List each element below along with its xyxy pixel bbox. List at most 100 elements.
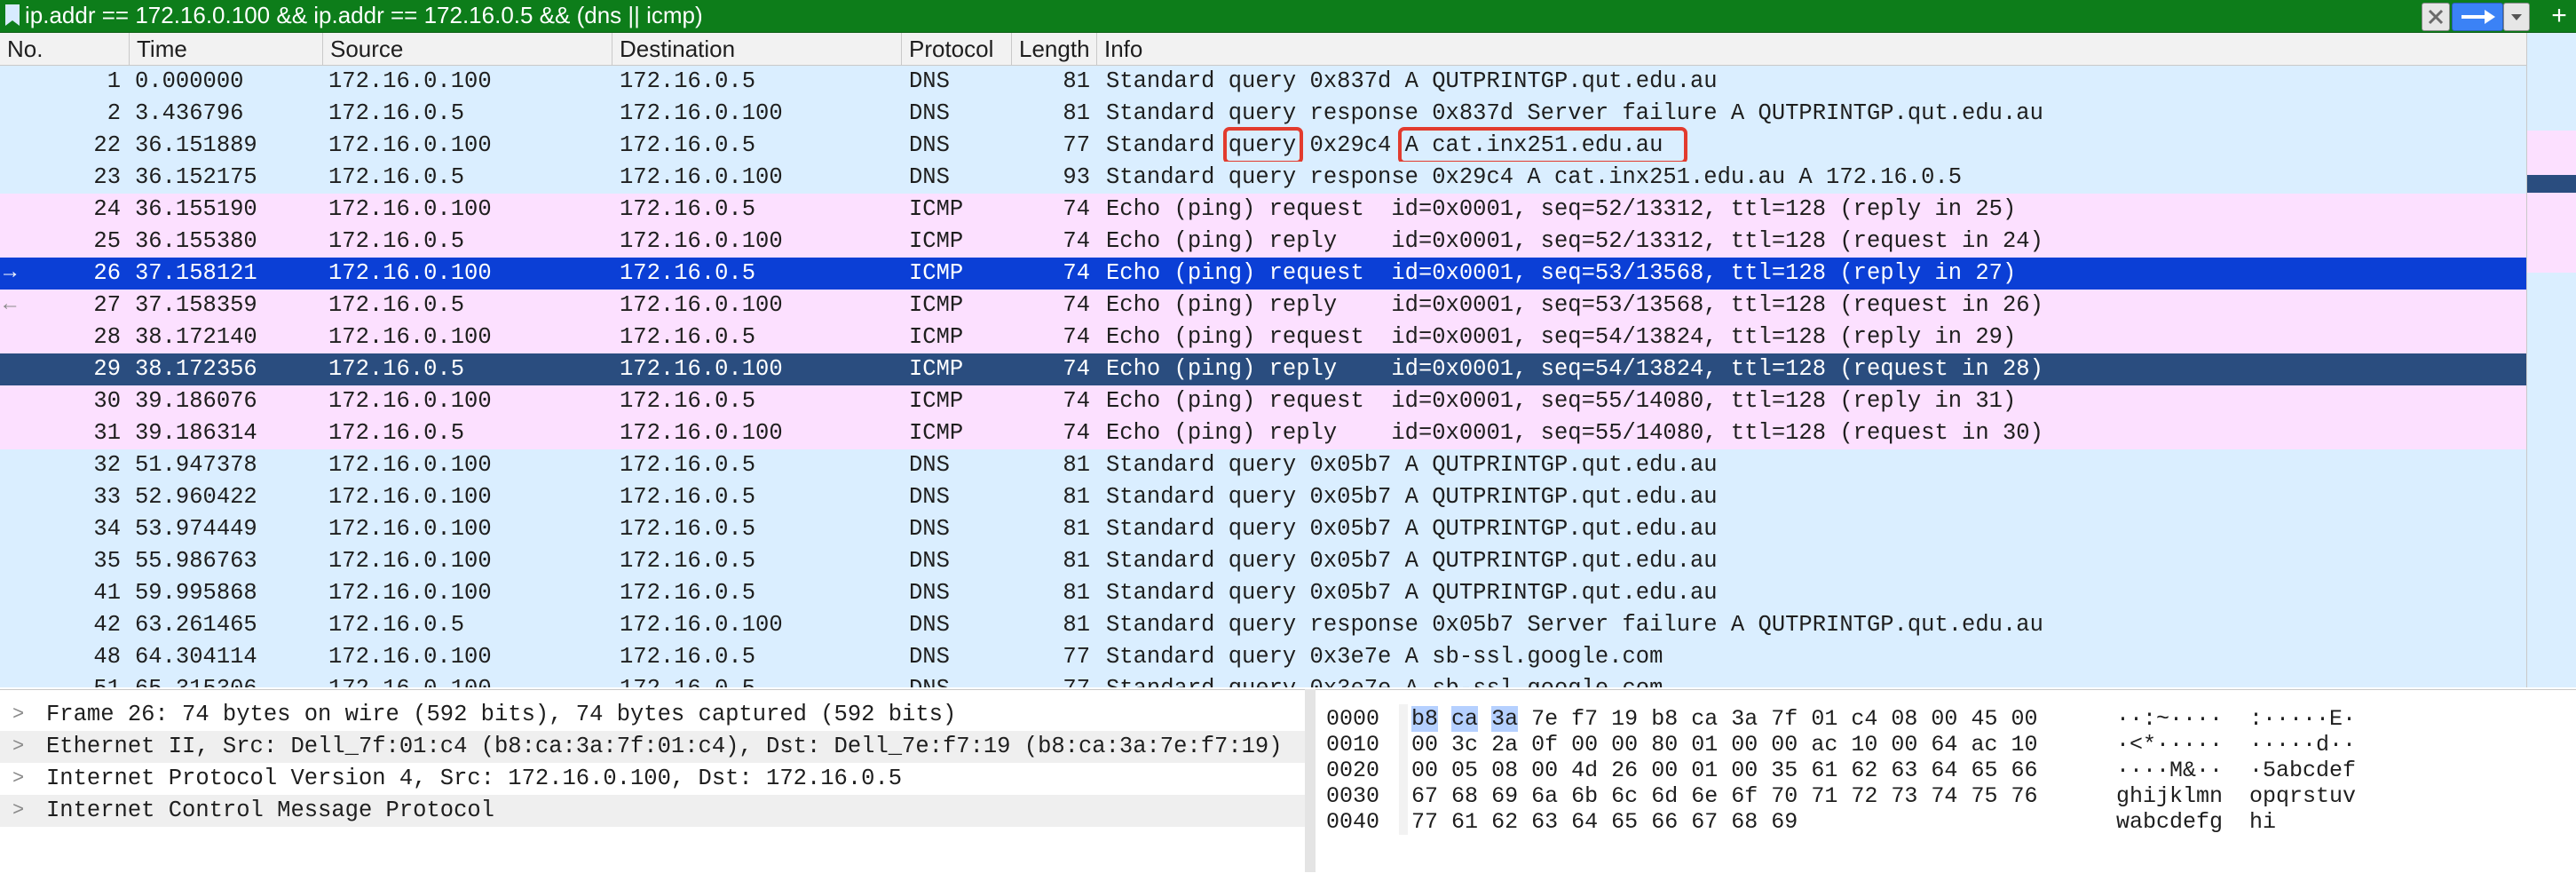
packet-list-minimap-scrollbar[interactable] bbox=[2526, 33, 2576, 687]
packet-row[interactable]: 29 38.172356 172.16.0.5 172.16.0.100 ICMP 74 E… bbox=[0, 353, 2526, 385]
hex-byte[interactable]: 10 bbox=[2011, 732, 2037, 758]
hex-byte[interactable]: 01 bbox=[1691, 732, 1718, 758]
packet-row[interactable]: 1 0.000000 172.16.0.100 172.16.0.5 DNS 81 Stan… bbox=[0, 66, 2526, 98]
column-header-length[interactable]: Length bbox=[1012, 33, 1097, 65]
packet-row[interactable]: 32 51.947378 172.16.0.100 172.16.0.5 DNS 81 St… bbox=[0, 449, 2526, 481]
tree-item-ipv4[interactable]: > Internet Protocol Version 4, Src: 172.… bbox=[0, 763, 1305, 795]
packet-row[interactable]: 2 3.436796 172.16.0.5 172.16.0.100 DNS 81 Stan… bbox=[0, 98, 2526, 130]
packet-row[interactable]: 25 36.155380 172.16.0.5 172.16.0.100 ICMP 74 E… bbox=[0, 226, 2526, 258]
hex-byte[interactable]: 61 bbox=[1811, 758, 1837, 783]
hex-byte[interactable]: 6b bbox=[1571, 783, 1598, 809]
ascii-text[interactable]: wabcdefg hi bbox=[2116, 809, 2276, 835]
hex-byte[interactable]: 66 bbox=[1651, 809, 1678, 835]
hex-byte[interactable]: 63 bbox=[1891, 758, 1917, 783]
hex-byte[interactable]: 62 bbox=[1851, 758, 1877, 783]
packet-row[interactable]: 34 53.974449 172.16.0.100 172.16.0.5 DNS 81 St… bbox=[0, 513, 2526, 545]
hex-byte[interactable]: ca bbox=[1691, 706, 1718, 732]
display-filter-input[interactable]: ip.addr == 172.16.0.100 && ip.addr == 17… bbox=[25, 0, 703, 32]
hex-byte[interactable]: 00 bbox=[1931, 706, 1957, 732]
hex-byte[interactable]: 71 bbox=[1811, 783, 1837, 809]
hex-byte[interactable]: 6a bbox=[1531, 783, 1558, 809]
hex-byte[interactable]: 05 bbox=[1451, 758, 1478, 783]
hex-byte[interactable]: 64 bbox=[1931, 732, 1957, 758]
packet-row[interactable]: 30 39.186076 172.16.0.100 172.16.0.5 ICMP 74 E… bbox=[0, 385, 2526, 417]
hex-byte[interactable]: 19 bbox=[1611, 706, 1638, 732]
hex-byte[interactable]: 73 bbox=[1891, 783, 1917, 809]
hex-byte[interactable]: 00 bbox=[1771, 732, 1798, 758]
hex-byte[interactable]: 66 bbox=[2011, 758, 2037, 783]
packet-row[interactable]: 51 65.315306 172.16.0.100 172.16.0.5 DNS 77 St… bbox=[0, 673, 2526, 687]
hex-byte[interactable]: 65 bbox=[1611, 809, 1638, 835]
hex-byte[interactable]: 70 bbox=[1771, 783, 1798, 809]
column-header-info[interactable]: Info bbox=[1097, 33, 2526, 65]
hex-byte[interactable]: 3a bbox=[1731, 706, 1758, 732]
hex-byte[interactable]: 67 bbox=[1691, 809, 1718, 835]
packet-row[interactable]: 28 38.172140 172.16.0.100 172.16.0.5 ICMP 74 E… bbox=[0, 321, 2526, 353]
column-header-no[interactable]: No. bbox=[0, 33, 130, 65]
packet-row[interactable]: 33 52.960422 172.16.0.100 172.16.0.5 DNS 81 St… bbox=[0, 481, 2526, 513]
hex-byte[interactable]: 80 bbox=[1651, 732, 1678, 758]
hex-byte[interactable]: 00 bbox=[2011, 706, 2037, 732]
hex-byte[interactable]: 35 bbox=[1771, 758, 1798, 783]
hex-byte[interactable]: 3c bbox=[1451, 732, 1478, 758]
hex-byte[interactable]: 75 bbox=[1971, 783, 1997, 809]
hex-byte[interactable]: 00 bbox=[1651, 758, 1678, 783]
hex-bytes[interactable]: 00 05 08 00 4d 26 00 01 00 35 61 62 63 6… bbox=[1411, 758, 2037, 783]
hex-byte[interactable]: 67 bbox=[1411, 783, 1438, 809]
hex-byte[interactable]: 2a bbox=[1491, 732, 1518, 758]
hex-byte[interactable]: 76 bbox=[2011, 783, 2037, 809]
hex-byte[interactable]: 08 bbox=[1491, 758, 1518, 783]
hex-byte[interactable]: 0f bbox=[1531, 732, 1558, 758]
tree-item-icmp[interactable]: > Internet Control Message Protocol bbox=[0, 795, 1305, 827]
hex-byte[interactable]: ac bbox=[1971, 732, 1997, 758]
hex-byte[interactable]: ca bbox=[1451, 706, 1479, 732]
hex-byte[interactable]: ac bbox=[1811, 732, 1837, 758]
chevron-right-icon[interactable]: > bbox=[12, 763, 30, 795]
tree-item-ethernet[interactable]: > Ethernet II, Src: Dell_7f:01:c4 (b8:ca… bbox=[0, 731, 1305, 763]
hex-byte[interactable]: 45 bbox=[1971, 706, 1997, 732]
hex-byte[interactable]: 4d bbox=[1571, 758, 1598, 783]
hex-byte[interactable]: 00 bbox=[1571, 732, 1598, 758]
hex-bytes[interactable]: 00 3c 2a 0f 00 00 80 01 00 00 ac 10 00 6… bbox=[1411, 732, 2037, 758]
hex-byte[interactable]: 62 bbox=[1491, 809, 1518, 835]
hex-byte[interactable]: 01 bbox=[1691, 758, 1718, 783]
hex-bytes[interactable]: b8 ca 3a 7e f7 19 b8 ca 3a 7f 01 c4 08 0… bbox=[1411, 706, 2037, 732]
hex-byte[interactable]: 63 bbox=[1531, 809, 1558, 835]
packet-row[interactable]: 31 39.186314 172.16.0.5 172.16.0.100 ICMP 74 E… bbox=[0, 417, 2526, 449]
apply-filter-button[interactable] bbox=[2452, 3, 2503, 31]
clear-filter-button[interactable] bbox=[2422, 3, 2450, 31]
hex-byte[interactable]: 01 bbox=[1811, 706, 1837, 732]
bookmark-icon[interactable] bbox=[5, 4, 20, 26]
hex-byte[interactable]: 00 bbox=[1731, 732, 1758, 758]
packet-row[interactable]: 22 36.151889 172.16.0.100 172.16.0.5 DNS 77 St… bbox=[0, 127, 2526, 164]
hex-byte[interactable]: 00 bbox=[1411, 758, 1438, 783]
hex-byte[interactable]: 68 bbox=[1731, 809, 1758, 835]
packet-row[interactable]: 23 36.152175 172.16.0.5 172.16.0.100 DNS 93 St… bbox=[0, 162, 2526, 194]
hex-byte[interactable]: 6e bbox=[1691, 783, 1718, 809]
column-header-destination[interactable]: Destination bbox=[612, 33, 902, 65]
hex-byte[interactable]: c4 bbox=[1851, 706, 1877, 732]
hex-byte[interactable]: 10 bbox=[1851, 732, 1877, 758]
column-header-time[interactable]: Time bbox=[130, 33, 323, 65]
hex-byte[interactable]: 65 bbox=[1971, 758, 1997, 783]
hex-byte[interactable]: 69 bbox=[1771, 809, 1798, 835]
hex-byte[interactable]: 00 bbox=[1891, 732, 1917, 758]
filter-history-dropdown[interactable] bbox=[2503, 3, 2530, 31]
hex-byte[interactable]: 64 bbox=[1931, 758, 1957, 783]
hex-byte[interactable]: 69 bbox=[1491, 783, 1518, 809]
hex-byte[interactable]: 7f bbox=[1771, 706, 1798, 732]
hex-bytes[interactable]: 77 61 62 63 64 65 66 67 68 69 bbox=[1411, 809, 1798, 835]
packet-row[interactable]: 48 64.304114 172.16.0.100 172.16.0.5 DNS 77 St… bbox=[0, 641, 2526, 673]
hex-byte[interactable]: 68 bbox=[1451, 783, 1478, 809]
hex-byte[interactable]: 00 bbox=[1531, 758, 1558, 783]
hex-byte[interactable]: 3a bbox=[1491, 706, 1519, 732]
packet-row[interactable]: 26 37.158121 172.16.0.100 172.16.0.5 ICMP 74 E… bbox=[0, 258, 2526, 290]
hex-byte[interactable]: 6c bbox=[1611, 783, 1638, 809]
hex-byte[interactable]: f7 bbox=[1571, 706, 1598, 732]
ascii-text[interactable]: ghijklmn opqrstuv bbox=[2116, 783, 2356, 809]
hex-byte[interactable]: 6f bbox=[1731, 783, 1758, 809]
tree-item-frame[interactable]: > Frame 26: 74 bytes on wire (592 bits),… bbox=[0, 699, 1305, 731]
hex-byte[interactable]: 74 bbox=[1931, 783, 1957, 809]
packet-row[interactable]: 35 55.986763 172.16.0.100 172.16.0.5 DNS 81 St… bbox=[0, 545, 2526, 577]
hex-byte[interactable]: 61 bbox=[1451, 809, 1478, 835]
